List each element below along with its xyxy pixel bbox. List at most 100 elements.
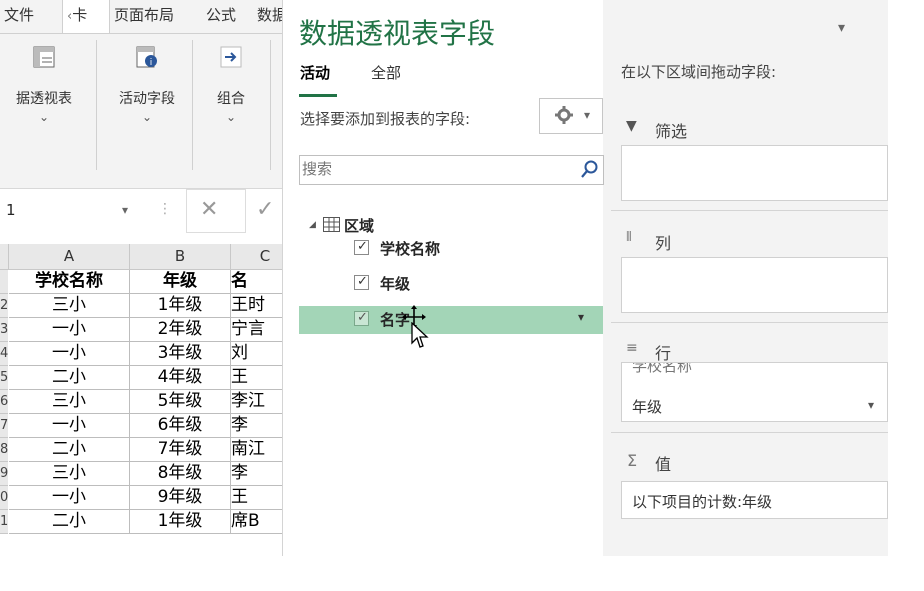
table-cell[interactable]: 1年级 [130, 510, 231, 534]
field-search-input[interactable] [300, 156, 562, 182]
row-header[interactable] [0, 270, 8, 294]
row-header[interactable]: 6 [0, 390, 8, 414]
header-cell[interactable]: 学校名称 [9, 270, 130, 294]
table-cell[interactable]: 三小 [9, 294, 130, 318]
field-dropdown-icon[interactable]: ▾ [578, 310, 584, 324]
table-cell[interactable]: 1年级 [130, 294, 231, 318]
field-settings-button[interactable]: ▾ [539, 98, 603, 134]
pane-options-dropdown-icon[interactable]: ▾ [838, 20, 845, 36]
active-field-button[interactable]: i 活动字段 ⌄ [104, 36, 190, 124]
row-header[interactable]: 4 [0, 342, 8, 366]
row-header[interactable]: 2 [0, 294, 8, 318]
table-cell[interactable]: 一小 [9, 486, 130, 510]
tab-active-fields[interactable]: 活动 [300, 62, 330, 83]
checkmark-icon: ✓ [357, 239, 368, 254]
row-header[interactable]: 3 [0, 318, 8, 342]
table-cell[interactable]: 三小 [9, 462, 130, 486]
table-cell[interactable]: 二小 [9, 366, 130, 390]
dragging-field-row[interactable] [299, 306, 603, 334]
columns-area-label: 列 [655, 234, 672, 253]
ribbon-divider [0, 33, 299, 34]
table-cell[interactable]: 8年级 [130, 462, 231, 486]
row-header[interactable]: 5 [0, 366, 8, 390]
table-cell[interactable]: 6年级 [130, 414, 231, 438]
select-all-corner[interactable] [0, 244, 9, 270]
field-search-box[interactable] [299, 155, 604, 185]
chevron-down-icon[interactable]: ▾ [868, 398, 874, 412]
confirm-icon[interactable]: ✓ [256, 197, 274, 222]
row-header[interactable]: 0 [0, 486, 8, 510]
worksheet-grid: A B C 学校名称 年级名 2 三小 1年级 王时 3 一小 2年级 宁言 4 一小 3年级刘 5 二小 4… [0, 244, 300, 591]
gear-icon [554, 105, 574, 129]
table-cell[interactable]: 二小 [9, 438, 130, 462]
values-item-count-grade[interactable]: 以下项目的计数:年级 [632, 491, 772, 512]
ribbon-separator [270, 40, 271, 170]
table-cell[interactable]: 9年级 [130, 486, 231, 510]
table-cell[interactable]: 一小 [9, 414, 130, 438]
values-area-label: 值 [655, 455, 672, 474]
formula-bar: 1 ▾ ⋮ ✕ ✓ [0, 188, 299, 235]
values-area-dropzone[interactable]: 以下项目的计数:年级 [621, 481, 888, 519]
header-cell[interactable]: 年级 [130, 270, 231, 294]
table-cell[interactable]: 4年级 [130, 366, 231, 390]
search-icon[interactable] [580, 160, 598, 184]
active-tab-indicator [299, 94, 337, 97]
filter-icon: ▼ [626, 118, 637, 134]
table-cell[interactable]: 一小 [9, 342, 130, 366]
table-cell[interactable]: 三小 [9, 390, 130, 414]
ribbon-separator [96, 40, 97, 170]
tab-insert-label: 卡 [72, 6, 88, 24]
row-header[interactable]: 7 [0, 414, 8, 438]
pane-title: 数据透视表字段 [299, 17, 496, 50]
name-box-dropdown-icon[interactable]: ▾ [122, 203, 128, 217]
table-cell[interactable]: 5年级 [130, 390, 231, 414]
tab-all-fields[interactable]: 全部 [371, 62, 401, 83]
collapse-icon[interactable]: ◢ [309, 220, 316, 230]
pivottable-button[interactable]: 据透视表 ⌄ [2, 36, 86, 124]
chevron-down-icon: ⌄ [225, 110, 237, 124]
rows-item-school[interactable]: 学校名称 [632, 363, 692, 376]
tab-page-layout[interactable]: 页面布局 [114, 0, 174, 34]
table-cell[interactable]: 二小 [9, 510, 130, 534]
scroll-left-icon[interactable]: ‹ [63, 9, 72, 24]
rows-area-dropzone[interactable]: 学校名称 年级 ▾ [621, 362, 888, 422]
columns-area-dropzone[interactable] [621, 257, 888, 313]
field-checkbox-name[interactable]: ✓ [354, 310, 369, 326]
group-arrow-icon [220, 46, 242, 68]
field-label-school[interactable]: 学校名称 [380, 238, 440, 259]
formula-bar-grip-icon: ⋮ [158, 201, 172, 217]
name-box[interactable]: 1 [6, 201, 16, 219]
mouse-pointer-icon [411, 321, 429, 354]
ribbon: 文件 ‹卡 页面布局 公式 数据 据透视表 ⌄ i 活动字段 ⌄ 组合 ⌄ [0, 0, 299, 188]
rows-area-label: 行 [655, 344, 672, 363]
field-checkbox-school[interactable]: ✓ [354, 239, 369, 255]
tab-insert[interactable]: ‹卡 [62, 0, 110, 34]
ribbon-separator [192, 40, 193, 170]
filter-area-label: 筛选 [655, 122, 688, 141]
pivottable-icon [33, 46, 55, 68]
pivottable-label: 据透视表 [16, 91, 72, 107]
column-header-a[interactable]: A [9, 244, 130, 270]
rows-item-grade[interactable]: 年级 [632, 396, 662, 417]
table-icon [323, 217, 340, 236]
row-header[interactable]: 9 [0, 462, 8, 486]
rows-icon: ≡ [626, 340, 638, 356]
group-label: 组合 [217, 91, 245, 107]
filter-area-dropzone[interactable] [621, 145, 888, 201]
row-header[interactable]: 1 [0, 510, 8, 534]
tab-formulas[interactable]: 公式 [206, 0, 236, 34]
columns-icon: ⦀ [626, 230, 632, 245]
cancel-icon[interactable]: ✕ [200, 197, 218, 222]
column-header-b[interactable]: B [130, 244, 231, 270]
tab-file[interactable]: 文件 [4, 0, 34, 34]
field-list [299, 210, 603, 556]
table-cell[interactable]: 3年级 [130, 342, 231, 366]
chevron-down-icon: ⌄ [141, 110, 153, 124]
field-checkbox-grade[interactable]: ✓ [354, 274, 369, 290]
table-cell[interactable]: 一小 [9, 318, 130, 342]
table-cell[interactable]: 7年级 [130, 438, 231, 462]
row-header[interactable]: 8 [0, 438, 8, 462]
field-label-grade[interactable]: 年级 [380, 273, 410, 294]
table-cell[interactable]: 2年级 [130, 318, 231, 342]
group-button[interactable]: 组合 ⌄ [200, 36, 262, 124]
